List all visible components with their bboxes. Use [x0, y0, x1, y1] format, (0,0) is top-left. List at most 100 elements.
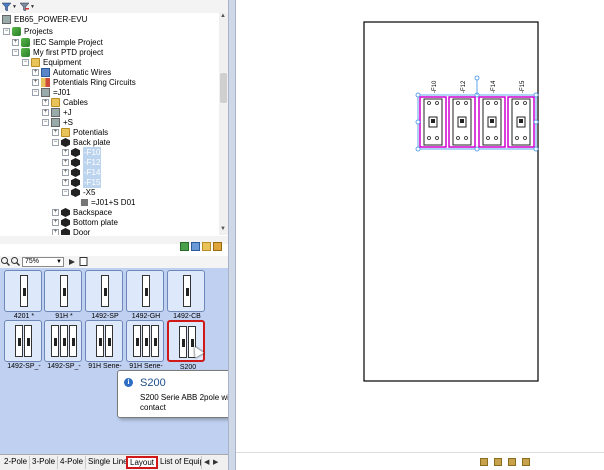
funnel-minus-icon [20, 2, 29, 11]
layout-canvas[interactable]: -F10 -F12 -F14 -F15 [236, 0, 604, 452]
expand-toggle[interactable]: + [62, 159, 69, 166]
expand-toggle[interactable]: + [52, 229, 59, 235]
project-icon [21, 48, 30, 57]
symbol-tile-label: 1492-GH [131, 313, 161, 320]
device-label: -F15 [520, 80, 526, 93]
tree-node-projects[interactable]: Projects [12, 26, 53, 37]
expand-toggle[interactable]: + [62, 169, 69, 176]
expand-toggle[interactable]: + [42, 99, 49, 106]
folder-icon [31, 58, 40, 67]
expand-toggle[interactable]: + [52, 219, 59, 226]
symbol-gallery: 4201 * 91H * 1492-SP 1492-GH 1492-CB 1492-SP_… [0, 268, 228, 454]
breaker-module-icon [24, 325, 32, 357]
back-plate-outline [363, 21, 539, 382]
symbol-tile-label: 1492-CB [173, 313, 201, 320]
status-icon[interactable] [508, 458, 516, 466]
expand-toggle[interactable]: + [12, 39, 19, 46]
collapse-toggle[interactable]: − [3, 28, 10, 35]
tab-2-pole[interactable]: 2-Pole [2, 456, 31, 469]
symbol-tile[interactable]: 1492-SP [85, 270, 123, 320]
breaker-module-icon [141, 275, 150, 307]
favorites-icon[interactable] [213, 242, 222, 251]
scroll-up-icon[interactable]: ▲ [220, 13, 226, 19]
breaker-module-icon [19, 275, 28, 307]
tab-scroll-left-icon[interactable]: ◀ [204, 458, 209, 466]
page-icon[interactable] [79, 257, 88, 266]
tab-layout[interactable]: Layout [126, 456, 159, 469]
status-icon[interactable] [522, 458, 530, 466]
collapse-toggle[interactable]: − [32, 89, 39, 96]
symbol-tile[interactable]: S200 [167, 320, 205, 371]
folder-icon[interactable] [202, 242, 211, 251]
project-file-icon [2, 15, 11, 24]
symbol-tile-label: 1492-SP_- [47, 363, 81, 370]
zoom-in-icon[interactable] [1, 257, 10, 266]
device-label: -F14 [491, 80, 497, 93]
symbol-tile[interactable]: 91H Serie- [85, 320, 123, 370]
scroll-thumb[interactable] [220, 73, 227, 103]
status-icon[interactable] [480, 458, 488, 466]
grid-view-icon[interactable] [180, 242, 189, 251]
gallery-tabs: 2-Pole 3-Pole 4-Pole Single Line Layout List … [0, 454, 228, 470]
tab-4-pole[interactable]: 4-Pole [58, 456, 87, 469]
chevron-down-icon: ▼ [56, 259, 62, 265]
resize-handle [415, 119, 421, 125]
collapse-toggle[interactable]: − [22, 59, 29, 66]
funnel-icon [2, 2, 11, 11]
resize-handle [474, 75, 480, 81]
expand-toggle[interactable]: + [32, 79, 39, 86]
arrow-right-icon[interactable] [68, 258, 76, 266]
resize-handle [415, 146, 421, 152]
zoom-out-icon[interactable] [11, 257, 20, 266]
filter-button[interactable]: ▼ [2, 1, 17, 12]
list-view-icon[interactable] [191, 242, 200, 251]
device-icon [71, 148, 80, 157]
symbol-tile[interactable]: 1492-GH [126, 270, 164, 320]
gallery-toolbar [0, 240, 228, 254]
breaker-module-icon [100, 275, 109, 307]
collapse-toggle[interactable]: − [62, 189, 69, 196]
resize-handle [533, 92, 539, 98]
symbol-tile[interactable]: 91H * [44, 270, 82, 320]
info-icon: i [124, 378, 133, 387]
symbol-tile[interactable]: 1492-CB [167, 270, 205, 320]
reference-icon [81, 199, 88, 206]
symbol-tile-label: 91H Serie- [88, 363, 122, 370]
symbol-tile[interactable]: 4201 * [4, 270, 42, 320]
folder-icon [51, 98, 60, 107]
tab-3-pole[interactable]: 3-Pole [30, 456, 59, 469]
panel-splitter[interactable] [228, 0, 236, 470]
tree-node-door[interactable]: Door [61, 227, 90, 235]
breaker-module-icon [132, 325, 141, 357]
tab-list-of-equipm[interactable]: List of Equipm [158, 456, 202, 469]
expand-toggle[interactable]: + [52, 209, 59, 216]
tab-single-line[interactable]: Single Line [86, 456, 131, 469]
symbol-tile[interactable]: 1492-SP_- [4, 320, 42, 370]
wires-icon [41, 68, 50, 77]
breaker-module-icon [105, 325, 113, 357]
symbol-tile[interactable]: 1492-SP_- [44, 320, 82, 370]
collapse-toggle[interactable]: − [42, 119, 49, 126]
expand-toggle[interactable]: + [62, 149, 69, 156]
symbol-tile[interactable]: 91H Serie- [126, 320, 164, 370]
project-panel: ▼ ▼ EB65_POWER-EVU − Projects + IEC Samp… [0, 0, 255, 470]
mounting-plate-icon [61, 218, 70, 227]
app-window: ▼ ▼ EB65_POWER-EVU − Projects + IEC Samp… [0, 0, 604, 470]
tree-vertical-scrollbar[interactable]: ▲ ▼ [219, 13, 228, 235]
zoom-select[interactable]: 75% ▼ [22, 257, 64, 267]
tab-scroll-right-icon[interactable]: ▶ [213, 458, 218, 466]
breaker-module-icon [179, 326, 187, 358]
expand-toggle[interactable]: + [42, 109, 49, 116]
potentials-icon [41, 78, 50, 87]
expand-toggle[interactable]: + [62, 179, 69, 186]
status-icon[interactable] [494, 458, 502, 466]
scroll-down-icon[interactable]: ▼ [220, 226, 226, 232]
expand-toggle[interactable]: + [52, 129, 59, 136]
projects-icon [12, 27, 21, 36]
breaker-toggle [519, 119, 523, 123]
expand-toggle[interactable]: + [32, 69, 39, 76]
collapse-toggle[interactable]: − [12, 49, 19, 56]
filter-options-button[interactable]: ▼ [20, 1, 35, 12]
collapse-toggle[interactable]: − [52, 139, 59, 146]
tree-node-root[interactable]: EB65_POWER-EVU [2, 14, 87, 25]
